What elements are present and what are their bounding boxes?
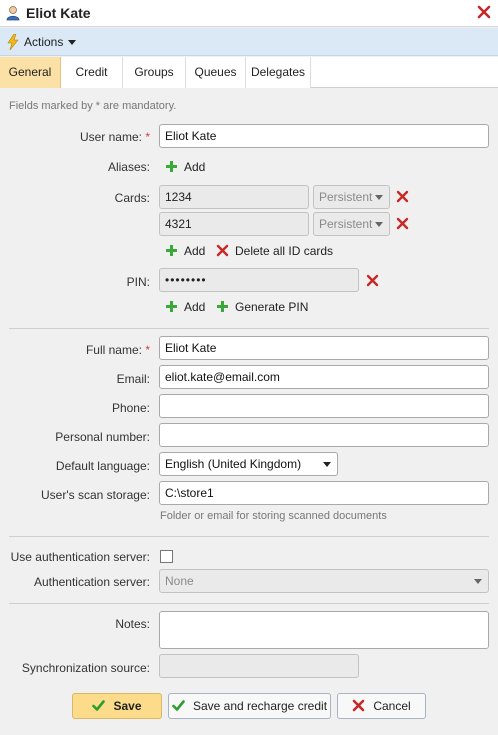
phone-label: Phone: [111,401,150,415]
cards-label: Cards: [114,191,150,205]
sync-source-input [159,654,359,678]
email-label: Email: [116,372,150,386]
divider [9,603,489,604]
scan-storage-input[interactable]: C:\store1 [159,481,489,505]
default-language-select[interactable]: English (United Kingdom) [159,452,338,476]
auth-server-select[interactable]: None [159,569,489,593]
tab-general[interactable]: General [0,57,61,88]
personal-number-input[interactable] [159,423,489,447]
divider [9,536,489,537]
plus-icon [166,161,177,172]
card-number-input[interactable]: 4321 [159,212,309,236]
tab-credit[interactable]: Credit [61,57,123,88]
personal-number-label: Personal number: [55,430,150,444]
remove-card-icon[interactable] [396,217,409,230]
general-form: Fields marked by * are mandatory. User n… [0,88,498,735]
delete-all-cards-button[interactable]: Delete all ID cards [216,242,333,260]
plus-icon [166,301,177,312]
user-icon [6,6,20,21]
tab-delegates[interactable]: Delegates [246,57,311,88]
username-input[interactable]: Eliot Kate [159,124,489,148]
auth-server-label: Authentication server: [33,575,150,589]
lightning-icon [7,34,19,50]
notes-label: Notes: [115,617,150,631]
chevron-down-icon [68,40,77,46]
divider [9,328,489,329]
add-alias-button[interactable]: Add [165,158,205,176]
default-language-label: Default language: [55,459,150,473]
email-input[interactable]: eliot.kate@email.com [159,365,489,389]
pin-label: PIN: [126,275,150,289]
window-titlebar: Eliot Kate [0,0,498,27]
chevron-down-icon [375,195,383,200]
actions-label: Actions [24,35,64,49]
tab-groups[interactable]: Groups [123,57,186,88]
username-label: User name: * [79,130,150,144]
close-icon [353,699,365,712]
plus-icon [217,301,228,312]
use-auth-server-checkbox[interactable] [160,550,173,563]
notes-textarea[interactable] [159,611,489,649]
save-button[interactable]: Save [72,693,162,719]
close-icon[interactable] [477,5,491,19]
fullname-label: Full name: * [85,343,150,357]
cancel-button[interactable]: Cancel [337,693,426,719]
scan-storage-hint: Folder or email for storing scanned docu… [160,510,387,522]
sync-source-label: Synchronization source: [21,661,150,675]
mandatory-hint: Fields marked by * are mandatory. [9,100,177,112]
tab-strip: General Credit Groups Queues Delegates [0,57,498,88]
chevron-down-icon [323,462,331,467]
card-number-input[interactable]: 1234 [159,185,309,209]
use-auth-server-label: Use authentication server: [10,550,150,564]
chevron-down-icon [375,222,383,227]
generate-pin-button[interactable]: Generate PIN [216,298,308,316]
save-and-recharge-button[interactable]: Save and recharge credit [168,693,331,719]
add-pin-button[interactable]: Add [165,298,205,316]
card-type-select[interactable]: Persistent [313,185,390,209]
pin-input[interactable]: •••••••• [159,268,359,292]
check-icon [92,700,106,711]
tab-queues[interactable]: Queues [186,57,246,88]
add-card-button[interactable]: Add [165,242,205,260]
window-title: Eliot Kate [26,5,91,21]
aliases-label: Aliases: [107,160,150,174]
delete-icon [216,244,229,257]
remove-pin-icon[interactable] [366,274,379,287]
card-type-select[interactable]: Persistent [313,212,390,236]
scan-storage-label: User's scan storage: [40,488,150,502]
actions-toolbar: Actions [0,28,498,56]
plus-icon [166,245,177,256]
check-icon [172,700,185,711]
fullname-input[interactable]: Eliot Kate [159,336,489,360]
actions-menu-button[interactable]: Actions [24,28,77,56]
remove-card-icon[interactable] [396,190,409,203]
phone-input[interactable] [159,394,489,418]
chevron-down-icon [474,579,482,584]
